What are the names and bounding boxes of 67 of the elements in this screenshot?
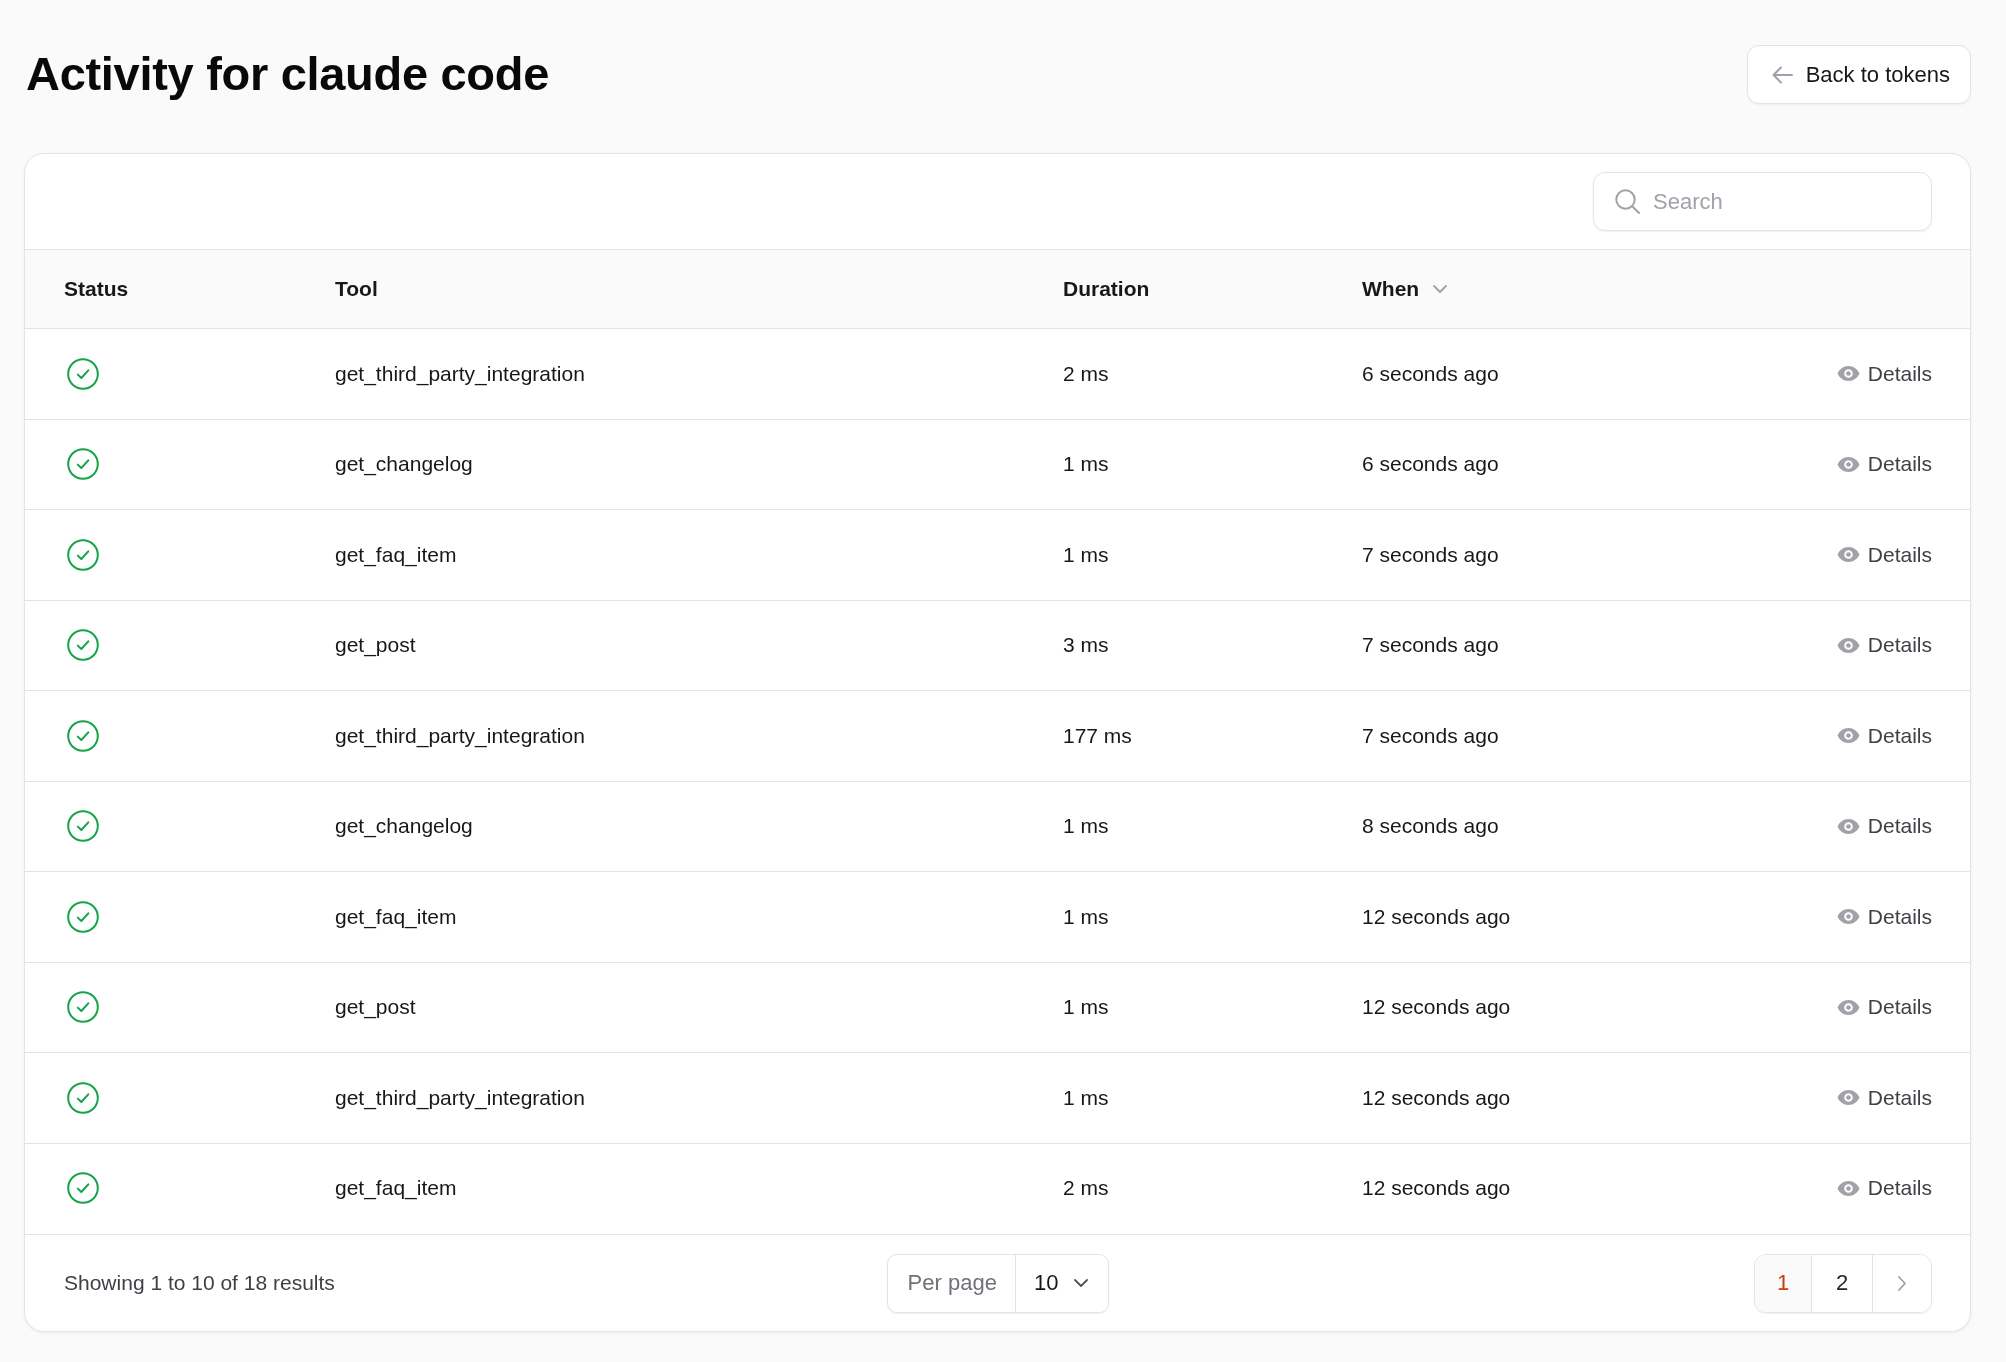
- table-cell: 12 seconds ago: [1362, 904, 1511, 929]
- details-link[interactable]: Details: [1836, 814, 1932, 839]
- table-cell: 2 ms: [1063, 361, 1109, 386]
- table-cell: get_faq_item: [335, 904, 457, 929]
- table-cell: 6 seconds ago: [1362, 452, 1499, 477]
- arrow-left-icon: [1771, 65, 1793, 84]
- table-cell: get_post: [335, 633, 416, 658]
- table-cell: 6 seconds ago: [1362, 361, 1499, 386]
- table-cell: get_changelog: [335, 814, 473, 839]
- table-cell: 1 ms: [1063, 995, 1109, 1020]
- eye-icon: [1836, 1180, 1860, 1196]
- back-button[interactable]: Back to tokens: [1746, 45, 1971, 104]
- eye-icon: [1836, 637, 1860, 653]
- table-cell: 1 ms: [1063, 814, 1109, 839]
- details-link[interactable]: Details: [1836, 995, 1932, 1020]
- per-page-label: Per page: [887, 1254, 1016, 1312]
- table-cell: 1 ms: [1063, 1085, 1109, 1110]
- page-button[interactable]: 2: [1811, 1254, 1872, 1312]
- column-header: Tool: [335, 277, 378, 301]
- details-link[interactable]: Details: [1836, 361, 1932, 386]
- eye-icon: [1836, 547, 1860, 563]
- column-header: Status: [64, 277, 129, 301]
- table-cell: get_changelog: [335, 452, 473, 477]
- table-cell: 1 ms: [1063, 452, 1109, 477]
- chevron-right-icon: [1898, 1275, 1906, 1291]
- table-cell: get_third_party_integration: [335, 723, 585, 748]
- table-cell: 1 ms: [1063, 904, 1109, 929]
- search-icon: [1615, 189, 1640, 214]
- per-page-select[interactable]: 10: [1015, 1254, 1109, 1312]
- page-button[interactable]: 1: [1755, 1254, 1811, 1312]
- details-link[interactable]: Details: [1836, 1176, 1932, 1201]
- results-summary: Showing 1 to 10 of 18 results: [64, 1271, 335, 1295]
- table-cell: 12 seconds ago: [1362, 1085, 1511, 1110]
- eye-icon: [1836, 909, 1860, 925]
- eye-icon: [1836, 366, 1860, 382]
- details-link[interactable]: Details: [1836, 452, 1932, 477]
- table-cell: 7 seconds ago: [1362, 542, 1499, 567]
- details-link[interactable]: Details: [1836, 633, 1932, 658]
- next-page-button[interactable]: [1872, 1254, 1931, 1312]
- table-cell: 7 seconds ago: [1362, 723, 1499, 748]
- chevron-down-icon: [1074, 1279, 1089, 1287]
- eye-icon: [1836, 456, 1860, 472]
- details-link[interactable]: Details: [1836, 542, 1932, 567]
- details-link[interactable]: Details: [1836, 1085, 1932, 1110]
- table-cell: 1 ms: [1063, 542, 1109, 567]
- table-cell: 177 ms: [1063, 723, 1132, 748]
- search-field[interactable]: Search: [1593, 172, 1932, 231]
- table-cell: get_post: [335, 995, 416, 1020]
- table-cell: 12 seconds ago: [1362, 995, 1511, 1020]
- eye-icon: [1836, 1090, 1860, 1106]
- table-cell: 8 seconds ago: [1362, 814, 1499, 839]
- table-cell: 3 ms: [1063, 633, 1109, 658]
- table-cell: get_faq_item: [335, 1176, 457, 1201]
- table-cell: 2 ms: [1063, 1176, 1109, 1201]
- details-link[interactable]: Details: [1836, 904, 1932, 929]
- table-cell: get_third_party_integration: [335, 1085, 585, 1110]
- eye-icon: [1836, 728, 1860, 744]
- eye-icon: [1836, 999, 1860, 1015]
- table-cell: get_third_party_integration: [335, 361, 585, 386]
- page-title: Activity for claude code: [26, 46, 549, 103]
- table-cell: get_faq_item: [335, 542, 457, 567]
- details-link[interactable]: Details: [1836, 723, 1932, 748]
- column-header: Duration: [1063, 277, 1150, 301]
- table-cell: 7 seconds ago: [1362, 633, 1499, 658]
- column-header: When: [1362, 277, 1420, 301]
- table-cell: 12 seconds ago: [1362, 1176, 1511, 1201]
- eye-icon: [1836, 818, 1860, 834]
